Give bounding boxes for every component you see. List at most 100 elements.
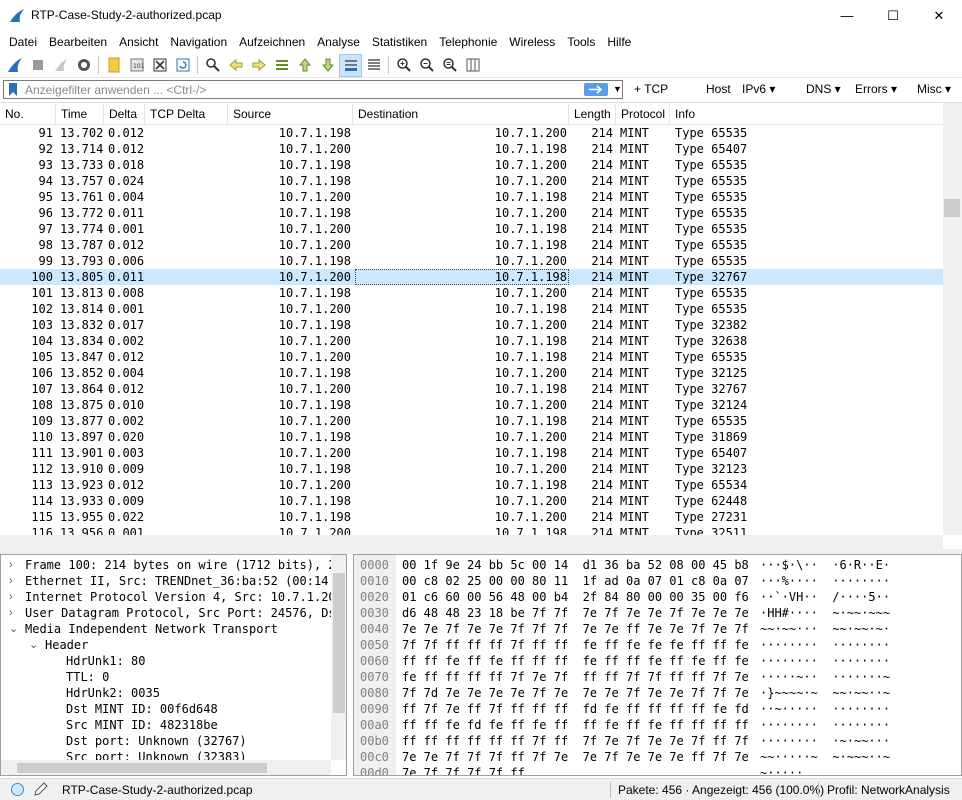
- zoom-normal-icon[interactable]: [438, 54, 461, 77]
- packet-row[interactable]: 94 13.757 0.024 10.7.1.198 10.7.1.200 214 MINT…: [0, 173, 943, 189]
- details-tree-item[interactable]: HdrUnk2: 0035: [1, 685, 331, 701]
- find-packet-icon[interactable]: [201, 54, 224, 77]
- details-tree-item[interactable]: Dst MINT ID: 00f6d648: [1, 701, 331, 717]
- menu-hilfe[interactable]: Hilfe: [601, 31, 637, 53]
- column-header-destination[interactable]: Destination: [353, 103, 569, 125]
- expand-arrow-icon[interactable]: ›: [9, 605, 13, 621]
- menu-tools[interactable]: Tools: [561, 31, 601, 53]
- details-tree-item[interactable]: › User Datagram Protocol, Src Port: 24576…: [1, 605, 331, 621]
- filter-button-ipv6[interactable]: IPv6 ▾: [742, 82, 775, 96]
- edit-comment-icon[interactable]: [33, 782, 48, 797]
- menu-wireless[interactable]: Wireless: [503, 31, 561, 53]
- restart-capture-icon[interactable]: [49, 54, 72, 77]
- expand-arrow-icon[interactable]: ›: [9, 557, 13, 573]
- packet-row[interactable]: 111 13.901 0.003 10.7.1.200 10.7.1.198 214 MIN…: [0, 445, 943, 461]
- details-horizontal-scrollbar[interactable]: [1, 760, 331, 775]
- reload-file-icon[interactable]: [171, 54, 194, 77]
- packet-row[interactable]: 110 13.897 0.020 10.7.1.198 10.7.1.200 214 MIN…: [0, 429, 943, 445]
- packet-row[interactable]: 109 13.877 0.002 10.7.1.200 10.7.1.198 214 MIN…: [0, 413, 943, 429]
- details-tree-item[interactable]: › Ethernet II, Src: TRENDnet_36:ba:52 (00…: [1, 573, 331, 589]
- apply-filter-arrow-icon[interactable]: [584, 83, 608, 96]
- go-back-icon[interactable]: [224, 54, 247, 77]
- maximize-button[interactable]: ☐: [870, 0, 916, 31]
- packet-row[interactable]: 95 13.761 0.004 10.7.1.200 10.7.1.198 214 MINT…: [0, 189, 943, 205]
- column-header-time[interactable]: Time: [56, 103, 104, 125]
- filter-button-errors[interactable]: Errors ▾: [855, 82, 897, 96]
- column-header-no[interactable]: No.: [0, 103, 56, 125]
- scrollbar-thumb[interactable]: [17, 763, 267, 773]
- packet-row[interactable]: 98 13.787 0.012 10.7.1.200 10.7.1.198 214 MINT…: [0, 237, 943, 253]
- details-tree-item[interactable]: › Internet Protocol Version 4, Src: 10.7.…: [1, 589, 331, 605]
- packet-list-horizontal-scrollbar[interactable]: [0, 535, 943, 549]
- stop-capture-icon[interactable]: [26, 54, 49, 77]
- filter-button-tcp[interactable]: + TCP: [634, 82, 668, 96]
- status-profile[interactable]: Profil: NetworkAnalysis: [827, 783, 950, 797]
- packet-row[interactable]: 103 13.832 0.017 10.7.1.198 10.7.1.200 214 MIN…: [0, 317, 943, 333]
- display-filter-input[interactable]: Anzeigefilter anwenden ... <Ctrl-/> ▼: [3, 80, 623, 99]
- save-file-icon[interactable]: 101: [125, 54, 148, 77]
- column-header-source[interactable]: Source: [228, 103, 353, 125]
- collapse-arrow-icon[interactable]: ⌄: [9, 621, 18, 637]
- packet-row[interactable]: 99 13.793 0.006 10.7.1.198 10.7.1.200 214 MINT…: [0, 253, 943, 269]
- minimize-button[interactable]: —: [824, 0, 870, 31]
- packet-row[interactable]: 96 13.772 0.011 10.7.1.198 10.7.1.200 214 MINT…: [0, 205, 943, 221]
- go-last-icon[interactable]: [316, 54, 339, 77]
- packet-row[interactable]: 113 13.923 0.012 10.7.1.200 10.7.1.198 214 MIN…: [0, 477, 943, 493]
- details-tree-item[interactable]: Dst port: Unknown (32767): [1, 733, 331, 749]
- packet-row[interactable]: 97 13.774 0.001 10.7.1.200 10.7.1.198 214 MINT…: [0, 221, 943, 237]
- column-header-delta[interactable]: Delta: [104, 103, 145, 125]
- menu-datei[interactable]: Datei: [3, 31, 43, 53]
- capture-options-icon[interactable]: [72, 54, 95, 77]
- resize-columns-icon[interactable]: [461, 54, 484, 77]
- menu-analyse[interactable]: Analyse: [311, 31, 366, 53]
- packet-row[interactable]: 104 13.834 0.002 10.7.1.200 10.7.1.198 214 MIN…: [0, 333, 943, 349]
- details-tree-item[interactable]: HdrUnk1: 80: [1, 653, 331, 669]
- packet-row[interactable]: 105 13.847 0.012 10.7.1.200 10.7.1.198 214 MIN…: [0, 349, 943, 365]
- column-header-info[interactable]: Info: [670, 103, 943, 125]
- packet-row[interactable]: 100 13.805 0.011 10.7.1.200 10.7.1.198 214 MIN…: [0, 269, 943, 285]
- menu-telephonie[interactable]: Telephonie: [433, 31, 503, 53]
- packet-row[interactable]: 102 13.814 0.001 10.7.1.200 10.7.1.198 214 MIN…: [0, 301, 943, 317]
- packet-list-vertical-scrollbar[interactable]: [943, 103, 962, 535]
- column-header-tcp-delta[interactable]: TCP Delta: [145, 103, 228, 125]
- filter-button-dns[interactable]: DNS ▾: [806, 82, 841, 96]
- details-tree-item[interactable]: › Frame 100: 214 bytes on wire (1712 bits…: [1, 557, 331, 573]
- shark-fin-start-icon[interactable]: [3, 54, 26, 77]
- scrollbar-thumb[interactable]: [944, 199, 960, 217]
- packet-row[interactable]: 106 13.852 0.004 10.7.1.198 10.7.1.200 214 MIN…: [0, 365, 943, 381]
- scrollbar-thumb[interactable]: [333, 573, 345, 713]
- go-first-icon[interactable]: [293, 54, 316, 77]
- zoom-out-icon[interactable]: [415, 54, 438, 77]
- menu-navigation[interactable]: Navigation: [164, 31, 233, 53]
- menu-statistiken[interactable]: Statistiken: [366, 31, 433, 53]
- packet-row[interactable]: 107 13.864 0.012 10.7.1.200 10.7.1.198 214 MIN…: [0, 381, 943, 397]
- filter-button-misc[interactable]: Misc ▾: [917, 82, 951, 96]
- packet-row[interactable]: 115 13.955 0.022 10.7.1.198 10.7.1.200 214 MIN…: [0, 509, 943, 525]
- packet-row[interactable]: 91 13.702 0.012 10.7.1.198 10.7.1.200 214 MINT…: [0, 125, 943, 141]
- close-button[interactable]: ✕: [916, 0, 962, 31]
- filter-bookmark-icon[interactable]: [8, 83, 18, 96]
- packet-row[interactable]: 114 13.933 0.009 10.7.1.198 10.7.1.200 214 MIN…: [0, 493, 943, 509]
- go-to-packet-icon[interactable]: [270, 54, 293, 77]
- details-tree-item[interactable]: ⌄ Media Independent Network Transport: [1, 621, 331, 637]
- filter-history-dropdown-icon[interactable]: ▼: [613, 84, 622, 94]
- details-tree-item[interactable]: Src MINT ID: 482318be: [1, 717, 331, 733]
- menu-bearbeiten[interactable]: Bearbeiten: [43, 31, 113, 53]
- packet-row[interactable]: 116 13.956 0.001 10.7.1.200 10.7.1.198 214 MIN…: [0, 525, 943, 535]
- menu-aufzeichnen[interactable]: Aufzeichnen: [233, 31, 311, 53]
- packet-row[interactable]: 93 13.733 0.018 10.7.1.198 10.7.1.200 214 MINT…: [0, 157, 943, 173]
- autoscroll-icon[interactable]: [339, 53, 362, 77]
- close-file-icon[interactable]: [148, 54, 171, 77]
- expand-arrow-icon[interactable]: ›: [9, 573, 13, 589]
- details-tree-item[interactable]: TTL: 0: [1, 669, 331, 685]
- expand-arrow-icon[interactable]: ›: [9, 589, 13, 605]
- column-header-protocol[interactable]: Protocol: [616, 103, 670, 125]
- packet-row[interactable]: 112 13.910 0.009 10.7.1.198 10.7.1.200 214 MIN…: [0, 461, 943, 477]
- expert-info-icon[interactable]: [10, 782, 25, 797]
- packet-row[interactable]: 108 13.875 0.010 10.7.1.198 10.7.1.200 214 MIN…: [0, 397, 943, 413]
- open-file-icon[interactable]: [102, 54, 125, 77]
- menu-ansicht[interactable]: Ansicht: [113, 31, 164, 53]
- filter-button-host[interactable]: Host: [706, 82, 731, 96]
- details-tree-item[interactable]: ⌄ Header: [1, 637, 331, 653]
- column-header-length[interactable]: Length: [569, 103, 616, 125]
